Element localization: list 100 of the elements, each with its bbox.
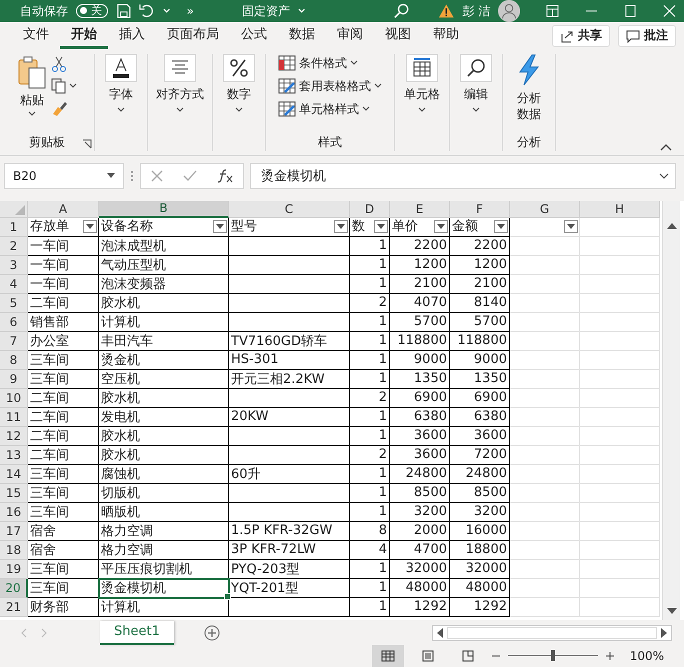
filter-button[interactable]: [374, 220, 388, 233]
row-header[interactable]: 9: [0, 370, 28, 389]
row-header[interactable]: 17: [0, 522, 28, 541]
scroll-right-icon[interactable]: [661, 628, 667, 638]
column-header[interactable]: C: [229, 200, 350, 218]
ribbon-tab[interactable]: 帮助: [422, 22, 470, 49]
expand-icon[interactable]: [659, 172, 669, 179]
maximize-icon[interactable]: [624, 4, 638, 18]
add-sheet-icon[interactable]: [204, 624, 220, 640]
file-title[interactable]: 固定资产: [242, 4, 290, 18]
caret-icon[interactable]: [163, 8, 171, 14]
ribbon-tab[interactable]: 插入: [108, 22, 156, 49]
row-header[interactable]: 4: [0, 274, 28, 294]
column-header[interactable]: A: [28, 200, 99, 218]
ribbon-tab[interactable]: 视图: [374, 22, 422, 49]
row-header[interactable]: 21: [0, 598, 28, 617]
filter-button[interactable]: [494, 220, 508, 233]
style-menu-button[interactable]: 条件格式: [278, 54, 358, 73]
caret-icon: [362, 106, 370, 112]
ribbon-dropdown-button[interactable]: 数字: [223, 54, 255, 151]
row-header[interactable]: 18: [0, 540, 28, 560]
sheet-tab[interactable]: Sheet1: [100, 620, 174, 644]
caret-icon: [117, 106, 125, 113]
row-header[interactable]: 11: [0, 408, 28, 427]
table-cell: 1: [350, 578, 390, 598]
caret-icon: [567, 224, 575, 229]
row-header[interactable]: 2: [0, 236, 28, 256]
ribbon-dropdown-button[interactable]: 对齐方式: [156, 54, 204, 151]
ribbon-tab[interactable]: 审阅: [326, 22, 374, 49]
horizontal-scrollbar[interactable]: [432, 624, 672, 640]
ribbon-tab[interactable]: 文件: [12, 22, 60, 49]
style-menu-button[interactable]: 套用表格格式: [278, 76, 382, 96]
row-header[interactable]: 13: [0, 446, 28, 465]
scissors-icon[interactable]: [51, 56, 67, 72]
function-icon[interactable]: [217, 168, 233, 183]
table-cell: 3600: [450, 426, 510, 446]
collapse-ribbon-icon[interactable]: [660, 142, 672, 151]
filter-button[interactable]: [334, 220, 348, 233]
ribbon-tab[interactable]: 页面布局: [156, 22, 230, 49]
column-header[interactable]: H: [580, 200, 660, 218]
scroll-down-icon[interactable]: [666, 608, 676, 614]
warning-icon[interactable]: [438, 2, 455, 19]
dialog-launcher-icon[interactable]: [82, 138, 92, 149]
caret-icon[interactable]: [107, 172, 115, 179]
share-button[interactable]: 共享: [552, 24, 610, 47]
row-header[interactable]: 16: [0, 502, 28, 522]
column-header[interactable]: E: [390, 200, 450, 218]
row-header[interactable]: 7: [0, 332, 28, 351]
analyze-data-button[interactable]: 分析数据: [517, 54, 541, 134]
row-header[interactable]: 15: [0, 484, 28, 503]
close-icon[interactable]: [663, 4, 676, 18]
normal-view-button[interactable]: [372, 644, 404, 667]
ribbon-tab[interactable]: 公式: [230, 22, 278, 49]
ribbon-tab[interactable]: 数据: [278, 22, 326, 49]
name-box[interactable]: B20: [4, 162, 124, 189]
filter-button[interactable]: [434, 220, 448, 233]
row-header[interactable]: 20: [0, 578, 28, 598]
row-header[interactable]: 14: [0, 464, 28, 484]
undo-icon[interactable]: [138, 2, 156, 19]
table-cell: [510, 540, 580, 560]
ribbon-dropdown-button[interactable]: 单元格: [404, 54, 440, 151]
caret-icon[interactable]: [298, 8, 306, 14]
row-header[interactable]: 3: [0, 256, 28, 275]
ribbon-dropdown-button[interactable]: 编辑: [460, 54, 492, 151]
ribbon-dropdown-button[interactable]: 字体: [105, 54, 137, 151]
row-header[interactable]: 6: [0, 312, 28, 332]
check-icon[interactable]: [183, 170, 197, 182]
copy-icon[interactable]: [51, 78, 77, 94]
search-icon[interactable]: [393, 2, 410, 20]
filter-button[interactable]: [564, 220, 578, 233]
scroll-up-icon[interactable]: [666, 222, 676, 229]
row-header[interactable]: 19: [0, 560, 28, 579]
comment-button[interactable]: 批注: [618, 24, 676, 47]
filter-button[interactable]: [213, 220, 227, 233]
column-header[interactable]: D: [350, 200, 390, 218]
paste-button[interactable]: 粘贴: [17, 54, 47, 134]
formula-field[interactable]: 烫金模切机: [250, 162, 676, 189]
table-cell: 3600: [390, 446, 450, 465]
table-cell: 48000: [390, 578, 450, 598]
row-header[interactable]: 1: [0, 218, 28, 237]
zoom-out-icon[interactable]: [492, 654, 500, 657]
row-header[interactable]: 12: [0, 426, 28, 446]
zoom-in-icon[interactable]: [606, 652, 614, 660]
column-header[interactable]: F: [450, 200, 510, 218]
autosave-toggle[interactable]: 关: [76, 4, 108, 18]
format-painter-icon[interactable]: [51, 100, 69, 116]
avatar-icon[interactable]: [498, 0, 520, 22]
user-name[interactable]: 彭 洁: [462, 4, 490, 18]
save-icon[interactable]: [116, 2, 131, 19]
row-header[interactable]: 10: [0, 388, 28, 408]
scroll-left-icon[interactable]: [437, 628, 443, 638]
row-header[interactable]: 5: [0, 294, 28, 313]
zoom-level[interactable]: 100%: [630, 648, 664, 663]
column-header[interactable]: G: [510, 200, 580, 218]
column-header[interactable]: B: [99, 200, 229, 218]
ribbon-display-icon[interactable]: [546, 4, 560, 18]
row-header[interactable]: 8: [0, 350, 28, 370]
filter-button[interactable]: [83, 220, 97, 233]
style-menu-button[interactable]: 单元格样式: [278, 100, 370, 119]
more-commands[interactable]: »: [186, 4, 194, 18]
